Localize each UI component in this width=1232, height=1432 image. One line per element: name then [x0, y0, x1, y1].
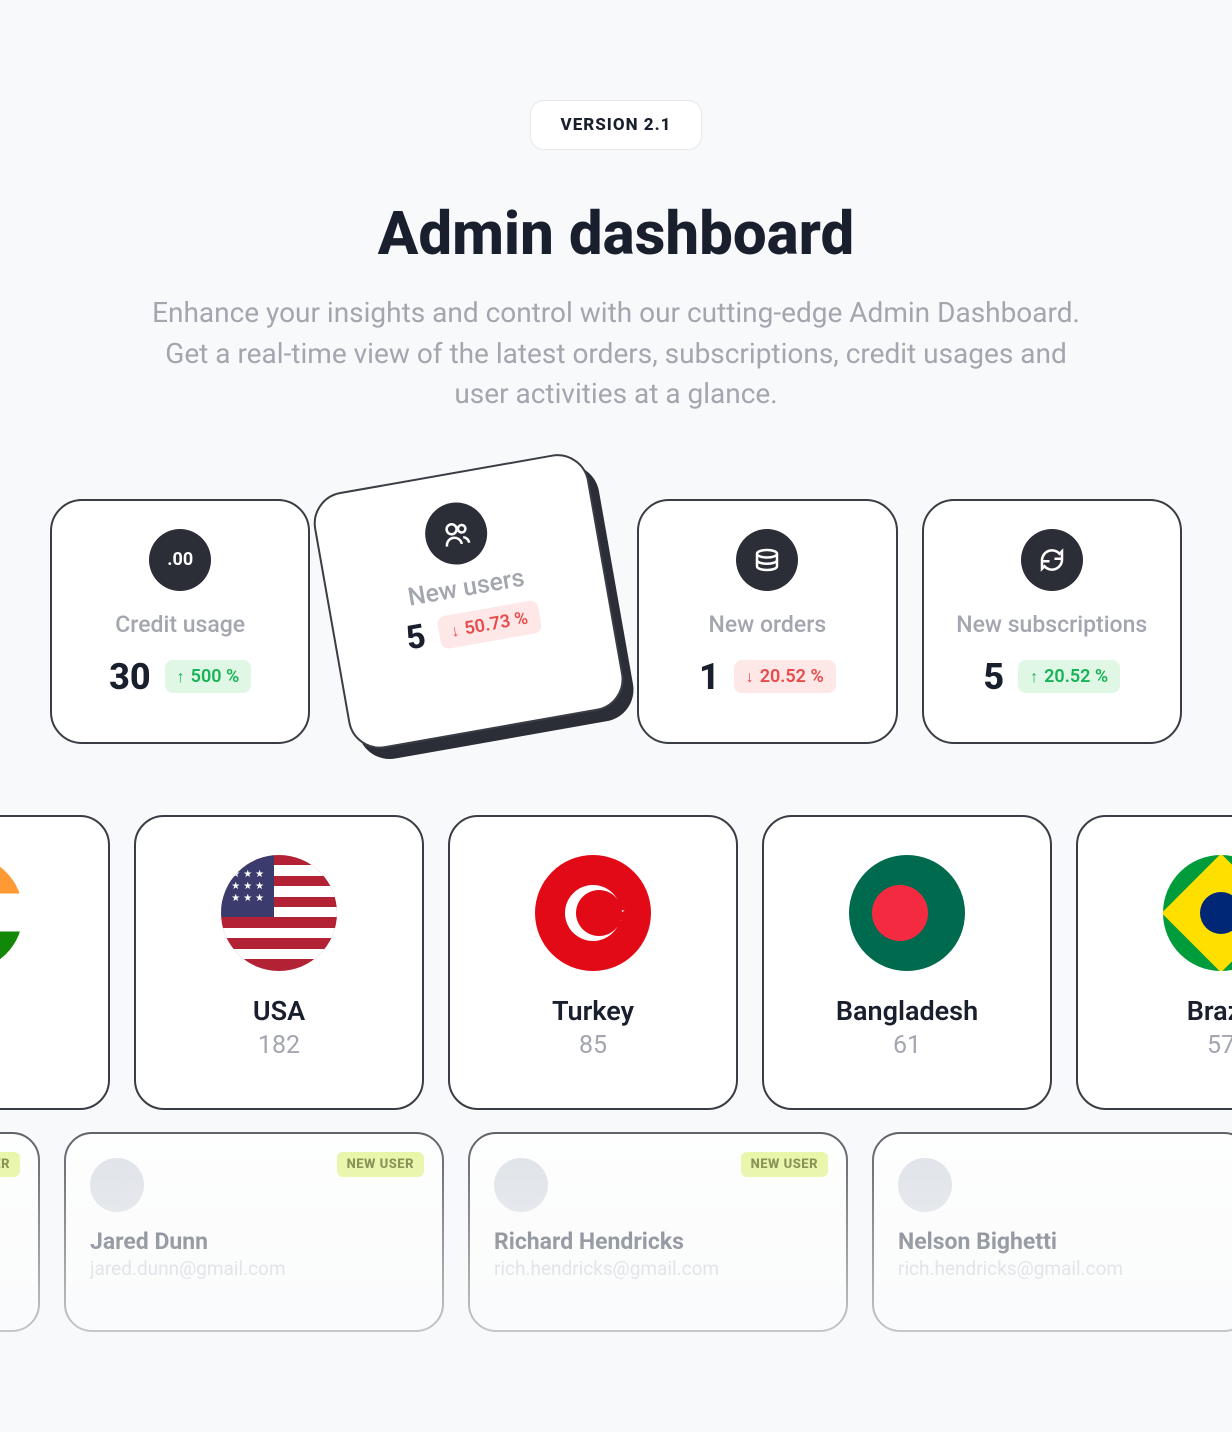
credit-icon: .00: [149, 529, 211, 591]
country-card-turkey[interactable]: ★ Turkey 85: [448, 815, 738, 1110]
country-count: 200: [0, 1031, 108, 1060]
user-name: Jared Dunn: [90, 1228, 418, 1255]
stat-delta: ↑ 500 %: [165, 660, 252, 693]
user-card[interactable]: Nelson Bighetti rich.hendricks@gmail.com: [872, 1132, 1232, 1332]
user-email: rich.hendricks@gmail.com: [494, 1257, 822, 1280]
country-count: 57: [1078, 1031, 1232, 1060]
orders-icon: [736, 529, 798, 591]
country-card-brazil[interactable]: Brazil 57: [1076, 815, 1232, 1110]
country-count: 182: [136, 1031, 422, 1060]
stat-card-credit-usage[interactable]: .00 Credit usage 30 ↑ 500 %: [50, 499, 310, 744]
new-user-badge: NEW USER: [337, 1152, 424, 1177]
stat-delta: ↑ 20.52 %: [1018, 660, 1120, 693]
country-count: 85: [450, 1031, 736, 1060]
user-name: Dinesh Chugtai: [0, 1228, 14, 1255]
stats-row: .00 Credit usage 30 ↑ 500 % New users 5 …: [0, 499, 1232, 759]
arrow-up-icon: ↑: [1030, 667, 1038, 687]
flag-turkey-icon: ★: [535, 855, 651, 971]
flag-usa-icon: ★★★★★★★★★: [221, 855, 337, 971]
user-card[interactable]: NEW USER Dinesh Chugtai dinesh.chug@gmai…: [0, 1132, 40, 1332]
page-title: Admin dashboard: [0, 198, 1232, 269]
arrow-up-icon: ↑: [177, 667, 185, 687]
stat-label: New orders: [663, 611, 871, 638]
arrow-down-icon: ↓: [746, 667, 754, 687]
country-name: USA: [136, 995, 422, 1027]
stat-value: 5: [983, 656, 1004, 698]
stat-label: New subscriptions: [948, 611, 1156, 638]
avatar: [494, 1158, 548, 1212]
user-name: Nelson Bighetti: [898, 1228, 1226, 1255]
stat-value: 1: [699, 656, 720, 698]
stat-label: Credit usage: [76, 611, 284, 638]
arrow-down-icon: ↓: [450, 620, 461, 641]
stat-delta: ↓ 50.73 %: [437, 599, 543, 649]
flag-india-icon: [0, 855, 23, 971]
country-count: 61: [764, 1031, 1050, 1060]
flag-brazil-icon: [1163, 855, 1232, 971]
user-email: rich.hendricks@gmail.com: [898, 1257, 1226, 1280]
countries-row: India 200 ★★★★★★★★★ USA 182 ★ Turkey 85 …: [0, 815, 1232, 1110]
user-card[interactable]: NEW USER Richard Hendricks rich.hendrick…: [468, 1132, 848, 1332]
user-card[interactable]: NEW USER Jared Dunn jared.dunn@gmail.com: [64, 1132, 444, 1332]
country-card-usa[interactable]: ★★★★★★★★★ USA 182: [134, 815, 424, 1110]
refresh-icon: [1021, 529, 1083, 591]
user-name: Richard Hendricks: [494, 1228, 822, 1255]
stat-value: 5: [404, 617, 430, 659]
users-icon: [421, 497, 493, 569]
new-user-badge: NEW USER: [741, 1152, 828, 1177]
stat-card-new-orders[interactable]: New orders 1 ↓ 20.52 %: [637, 499, 897, 744]
country-name: Bangladesh: [764, 995, 1050, 1027]
user-email: jared.dunn@gmail.com: [90, 1257, 418, 1280]
new-user-badge: NEW USER: [0, 1152, 20, 1177]
version-badge: VERSION 2.1: [530, 100, 703, 150]
country-card-bangladesh[interactable]: Bangladesh 61: [762, 815, 1052, 1110]
country-name: India: [0, 995, 108, 1027]
country-card-india[interactable]: India 200: [0, 815, 110, 1110]
users-row: NEW USER Dinesh Chugtai dinesh.chug@gmai…: [0, 1132, 1232, 1332]
stat-card-new-subscriptions[interactable]: New subscriptions 5 ↑ 20.52 %: [922, 499, 1182, 744]
stat-card-new-users[interactable]: New users 5 ↓ 50.73 %: [309, 449, 629, 753]
page-subtitle: Enhance your insights and control with o…: [146, 293, 1086, 415]
flag-bangladesh-icon: [849, 855, 965, 971]
avatar: [898, 1158, 952, 1212]
stat-delta: ↓ 20.52 %: [734, 660, 836, 693]
avatar: [90, 1158, 144, 1212]
stat-value: 30: [109, 656, 151, 698]
country-name: Brazil: [1078, 995, 1232, 1027]
country-name: Turkey: [450, 995, 736, 1027]
user-email: dinesh.chug@gmail.com: [0, 1257, 14, 1280]
